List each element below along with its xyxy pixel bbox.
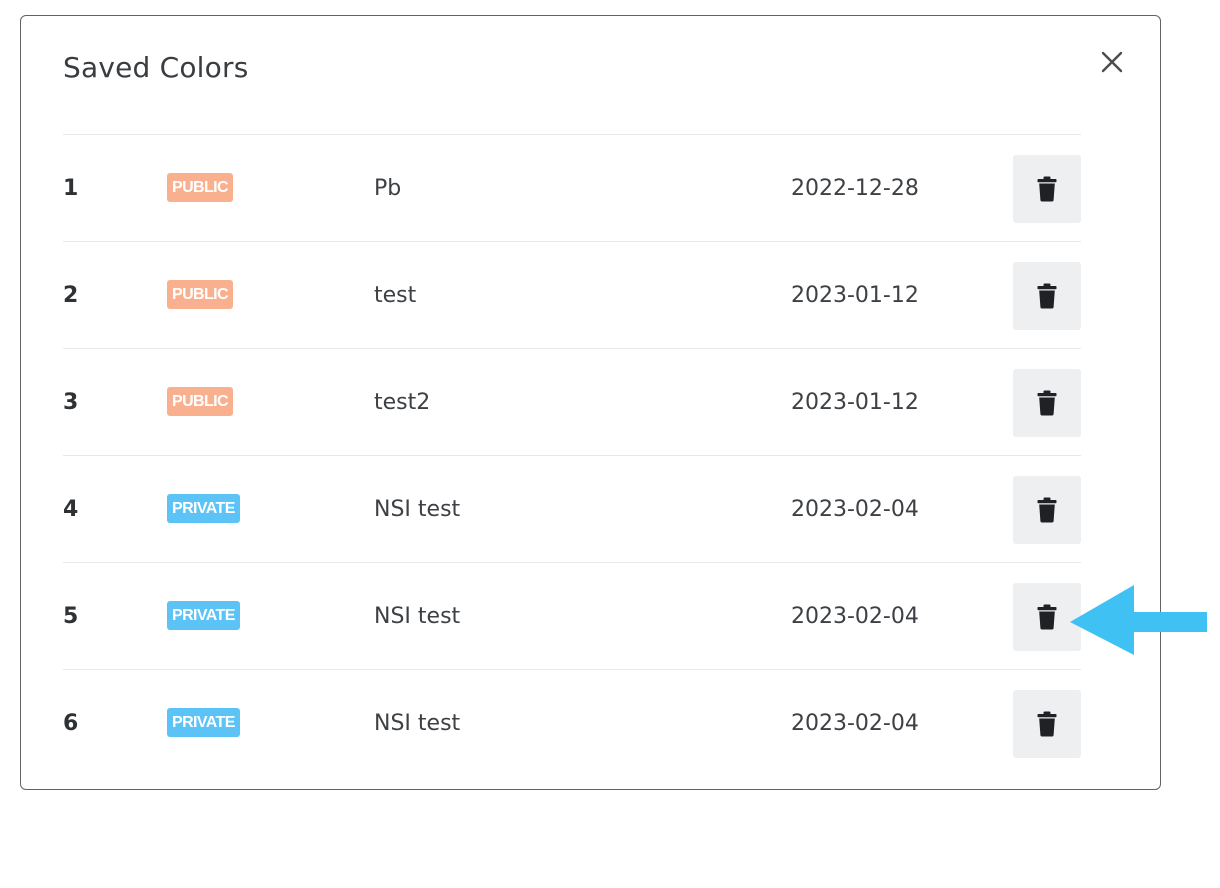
row-index: 1 xyxy=(63,176,79,201)
color-name[interactable]: Pb xyxy=(374,135,401,242)
color-name[interactable]: NSI test xyxy=(374,563,460,670)
list-item: 6 PRIVATE NSI test 2023-02-04 xyxy=(63,669,1081,776)
delete-button[interactable] xyxy=(1013,690,1081,758)
color-name[interactable]: test xyxy=(374,242,416,349)
delete-button[interactable] xyxy=(1013,369,1081,437)
row-index: 2 xyxy=(63,283,79,308)
saved-date: 2023-01-12 xyxy=(791,390,919,415)
row-index: 6 xyxy=(63,711,79,736)
trash-icon xyxy=(1037,283,1057,309)
color-name[interactable]: NSI test xyxy=(374,456,460,563)
list-item: 5 PRIVATE NSI test 2023-02-04 xyxy=(63,562,1081,669)
trash-icon xyxy=(1037,390,1057,416)
list-item: 2 PUBLIC test 2023-01-12 xyxy=(63,241,1081,348)
delete-button[interactable] xyxy=(1013,155,1081,223)
trash-icon xyxy=(1037,711,1057,737)
visibility-badge: PRIVATE xyxy=(167,601,240,630)
saved-date: 2023-02-04 xyxy=(791,604,919,629)
visibility-badge: PRIVATE xyxy=(167,708,240,737)
trash-icon xyxy=(1037,497,1057,523)
visibility-badge: PUBLIC xyxy=(167,173,233,202)
saved-colors-list: 1 PUBLIC Pb 2022-12-28 2 PUBLIC test 202… xyxy=(63,134,1081,776)
saved-colors-dialog: Saved Colors 1 PUBLIC Pb 2022-12-28 2 PU… xyxy=(20,15,1161,790)
color-name[interactable]: test2 xyxy=(374,349,430,456)
row-index: 4 xyxy=(63,497,79,522)
visibility-badge: PUBLIC xyxy=(167,387,233,416)
delete-button[interactable] xyxy=(1013,476,1081,544)
visibility-badge: PRIVATE xyxy=(167,494,240,523)
saved-date: 2023-02-04 xyxy=(791,711,919,736)
dialog-title: Saved Colors xyxy=(63,51,249,84)
trash-icon xyxy=(1037,176,1057,202)
close-icon xyxy=(1101,51,1123,73)
visibility-badge: PUBLIC xyxy=(167,280,233,309)
saved-date: 2023-01-12 xyxy=(791,283,919,308)
list-item: 1 PUBLIC Pb 2022-12-28 xyxy=(63,134,1081,241)
list-item: 3 PUBLIC test2 2023-01-12 xyxy=(63,348,1081,455)
delete-button[interactable] xyxy=(1013,262,1081,330)
color-name[interactable]: NSI test xyxy=(374,670,460,777)
saved-date: 2023-02-04 xyxy=(791,497,919,522)
trash-icon xyxy=(1037,604,1057,630)
list-item: 4 PRIVATE NSI test 2023-02-04 xyxy=(63,455,1081,562)
row-index: 5 xyxy=(63,604,79,629)
close-button[interactable] xyxy=(1097,47,1127,77)
saved-date: 2022-12-28 xyxy=(791,176,919,201)
row-index: 3 xyxy=(63,390,79,415)
left-arrow-icon xyxy=(1070,585,1207,655)
